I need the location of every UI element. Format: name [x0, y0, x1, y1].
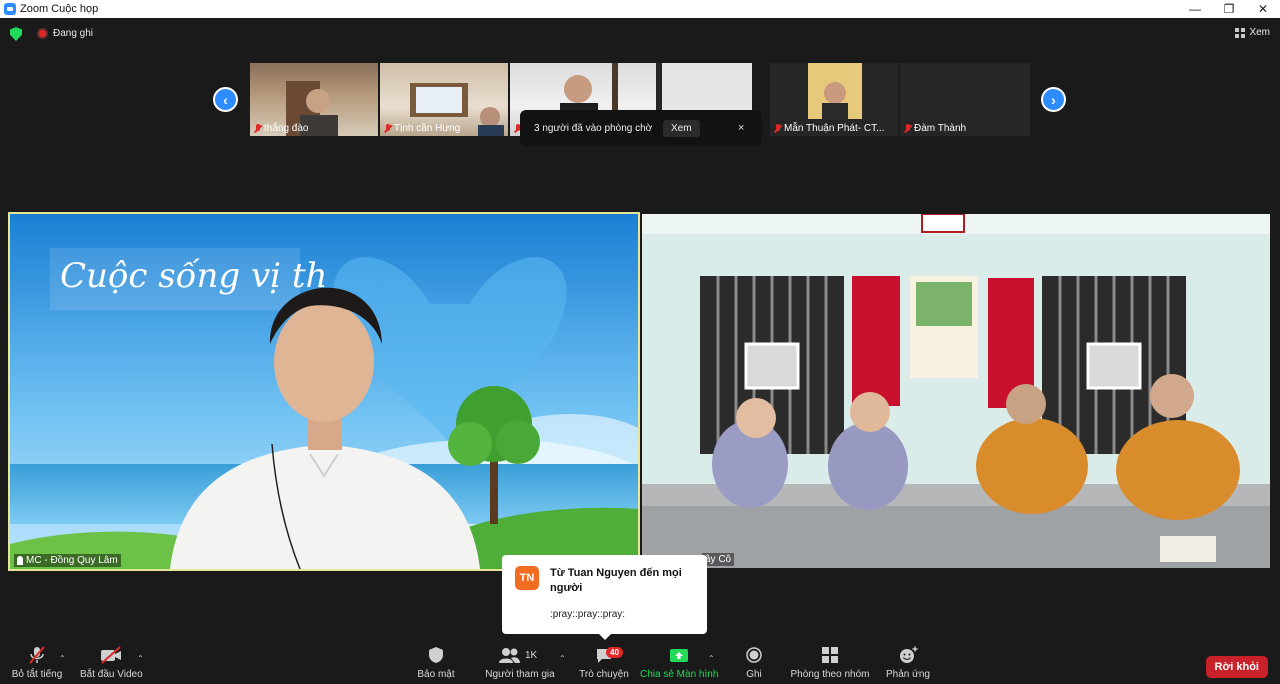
view-label: Xem: [1249, 27, 1270, 38]
start-video-button[interactable]: Bắt đầu Video: [80, 646, 143, 680]
chevron-up-icon[interactable]: ⌃: [559, 654, 566, 663]
participant-thumbnail[interactable]: Tịnh cần Hưng: [380, 63, 508, 136]
chevron-left-icon: ‹: [223, 91, 228, 108]
chat-unread-badge: 40: [606, 647, 623, 658]
share-screen-icon: [670, 649, 688, 662]
share-screen-button[interactable]: Chia sẻ Màn hình: [640, 646, 718, 680]
chevron-up-icon[interactable]: ⌃: [137, 654, 144, 663]
close-window-button[interactable]: ✕: [1246, 0, 1280, 18]
participants-button[interactable]: 1K Người tham gia: [484, 646, 556, 680]
grid-view-icon: [1235, 27, 1246, 38]
record-button[interactable]: Ghi: [740, 646, 768, 680]
active-speaker-video[interactable]: Cuộc sống vị th MC - Đồng Quy Lâm: [8, 212, 640, 571]
recording-dot-icon: [37, 28, 48, 39]
breakout-rooms-button[interactable]: Phòng theo nhóm: [790, 646, 870, 680]
window-controls: — ❐ ✕: [1178, 0, 1280, 18]
minimize-button[interactable]: —: [1178, 0, 1212, 18]
mic-muted-icon: [774, 123, 781, 134]
participant-thumbnail[interactable]: Đàm Thành: [900, 63, 1030, 136]
meeting-toolbar: Bỏ tắt tiếng ⌃ Bắt đầu Video ⌃ Bảo mật 1…: [0, 640, 1280, 684]
waiting-room-view-button[interactable]: Xem: [663, 119, 700, 137]
participant-name-label: thắng đào: [254, 123, 309, 134]
close-icon[interactable]: ×: [738, 122, 744, 134]
participants-count: 1K: [525, 649, 538, 661]
chevron-up-icon[interactable]: ⌃: [59, 654, 66, 663]
avatar: TN: [515, 566, 539, 590]
room-video-frame: [642, 214, 1270, 568]
thumbnails-next-button[interactable]: ›: [1041, 87, 1066, 112]
security-button[interactable]: Bảo mật: [416, 646, 456, 680]
participants-icon: [499, 648, 520, 663]
encryption-shield-icon[interactable]: [10, 27, 22, 41]
participant-name-label: Mẫn Thuận Phát- CT...: [774, 123, 884, 134]
record-icon: [746, 647, 762, 663]
pin-icon: [17, 556, 23, 565]
mic-muted-icon: [254, 123, 261, 134]
emoji-plus-icon: [900, 646, 918, 663]
reactions-button[interactable]: Phản ứng: [884, 646, 932, 680]
window-titlebar: Zoom Cuộc họp — ❐ ✕: [0, 0, 1280, 18]
recording-label: Đang ghi: [53, 28, 94, 39]
waiting-room-notification: 3 người đã vào phòng chờ Xem ×: [520, 110, 762, 146]
restore-button[interactable]: ❐: [1212, 0, 1246, 18]
shield-icon: [429, 647, 443, 663]
speaker-name-label: MC - Đồng Quy Lâm: [14, 554, 121, 567]
chat-sender: Từ Tuan Nguyen đến mọi người: [550, 567, 682, 594]
participant-name-label: Đàm Thành: [904, 123, 966, 134]
leave-meeting-button[interactable]: Rời khỏi: [1205, 656, 1268, 678]
breakout-rooms-icon: [822, 647, 838, 663]
unmute-button[interactable]: Bỏ tắt tiếng: [8, 646, 66, 680]
participant-main-video[interactable]: ây Cô: [642, 214, 1270, 568]
meeting-topbar: Đang ghi Xem: [0, 18, 1280, 50]
video-off-icon: [101, 646, 121, 664]
view-button[interactable]: Xem: [1235, 27, 1270, 38]
thumbnails-prev-button[interactable]: ‹: [213, 87, 238, 112]
chat-preview-popup[interactable]: TN Từ Tuan Nguyen đến mọi người :pray::p…: [502, 555, 707, 640]
chevron-up-icon[interactable]: ⌃: [708, 654, 715, 663]
background-text-overlay: Cuộc sống vị th: [60, 256, 328, 296]
window-title: Zoom Cuộc họp: [20, 3, 99, 15]
participant-thumbnail[interactable]: thắng đào: [250, 63, 378, 136]
participant-thumbnail[interactable]: Mẫn Thuận Phát- CT...: [770, 63, 898, 136]
waiting-room-text: 3 người đã vào phòng chờ: [534, 122, 653, 134]
participant-name-label: Tịnh cần Hưng: [384, 123, 460, 134]
chat-message: :pray::pray::pray:: [550, 609, 626, 620]
mic-muted-icon: [904, 123, 911, 134]
mic-muted-icon: [29, 646, 45, 664]
chevron-right-icon: ›: [1051, 91, 1056, 108]
zoom-app-icon: [4, 3, 16, 15]
mic-muted-icon: [384, 123, 391, 134]
